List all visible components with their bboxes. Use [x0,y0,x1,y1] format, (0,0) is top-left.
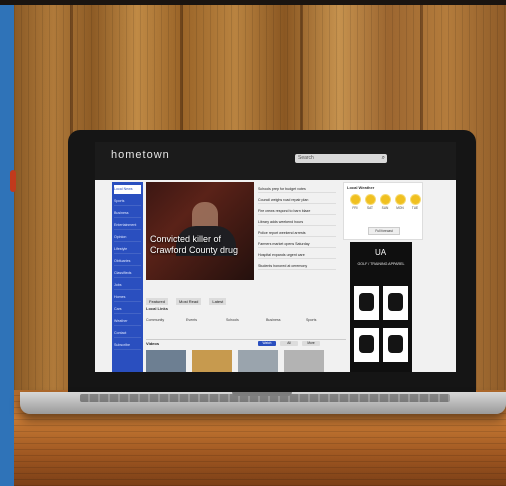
photo-backdrop: hometown Search ⌕ Local News Sports Busine… [0,0,506,486]
forecast-day: MON [392,195,408,210]
headline-link[interactable]: Schools prep for budget votes [258,187,336,193]
headline-link[interactable]: Students honored at ceremony [258,264,336,270]
search-input[interactable]: Search ⌕ [295,154,387,163]
category-link[interactable]: Business [266,318,296,323]
sidebar-item[interactable]: Jobs [114,281,141,290]
ad-brand-logo: UA [375,248,387,257]
forecast-day-label: MON [396,206,404,210]
sun-icon [380,195,390,204]
category-link[interactable]: Events [186,318,216,323]
weather-widget: Local Weather FRI SAT SUN MON TUE Full forec… [343,182,423,240]
headline-link[interactable]: Council weighs road repair plan [258,198,336,204]
sidebar-item[interactable]: Entertainment [114,221,141,230]
section-tabs: Featured Most Read Latest [146,290,346,305]
sidebar-item[interactable]: Cars [114,305,141,314]
section-tab[interactable]: Most Read [176,298,202,305]
video-thumbnail[interactable] [146,350,186,372]
video-thumbnail[interactable] [238,350,278,372]
forecast-day-label: SAT [367,206,373,210]
product-card[interactable] [383,328,408,362]
headline-link[interactable]: Fire crews respond to barn blaze [258,209,336,215]
sun-icon [410,195,420,204]
sidebar-item[interactable]: Homes [114,293,141,302]
forecast-day: SAT [362,195,378,210]
video-thumbnail[interactable] [284,350,324,372]
sidebar-item[interactable]: Subscribe [114,341,141,350]
section-tab[interactable]: Latest [209,298,227,305]
shirt-image [388,293,403,311]
category-link[interactable]: Community [146,318,176,323]
ad-tagline: GOLF / TRAINING APPAREL [357,262,405,266]
video-thumbnails [146,350,346,372]
shirt-image [359,335,374,353]
forecast-day: FRI [347,195,363,210]
sidebar-item[interactable]: Obituaries [114,257,141,266]
full-forecast-button[interactable]: Full forecast [368,227,400,235]
product-card[interactable] [354,328,379,362]
videos-label: Videos [146,341,160,346]
sidebar-item[interactable]: Sports [114,197,141,206]
left-blue-band [0,5,16,486]
headline-list: Schools prep for budget votes Council wei… [256,182,338,282]
local-links-label: Local Links [146,306,169,311]
site-header: hometown Search ⌕ [95,142,456,180]
red-accent [10,170,16,192]
search-placeholder: Search [298,155,314,161]
category-link[interactable]: Sports [306,318,336,323]
forecast-day-label: TUE [411,206,419,210]
hero-headline[interactable]: Convicted killer of Crawford County drug [150,234,254,256]
site-logo[interactable]: hometown [111,149,170,161]
sidebar-nav: Local News Sports Business Entertainment Opi… [112,182,143,372]
sidebar-item[interactable]: Business [114,209,141,218]
sidebar-item[interactable]: Lifestyle [114,245,141,254]
sidebar-item[interactable]: Contact [114,329,141,338]
video-bar-button[interactable]: All [280,341,298,346]
video-thumbnail[interactable] [192,350,232,372]
category-row: Community Events Schools Business Sports [146,318,346,334]
apparel-ad[interactable]: UA GOLF / TRAINING APPAREL [350,242,412,372]
forecast-day: SUN [377,195,393,210]
hero-story[interactable]: Convicted killer of Crawford County drug [146,182,254,280]
headline-link[interactable]: Hospital expands urgent care [258,253,336,259]
video-bar: Videos Watch All More [146,339,346,347]
sun-icon [395,195,405,204]
headline-link[interactable]: Farmers market opens Saturday [258,242,336,248]
video-bar-button[interactable]: More [302,341,320,346]
weather-title: Local Weather [347,185,375,190]
sun-icon [365,195,375,204]
forecast-day: TUE [407,195,423,210]
category-link[interactable]: Schools [226,318,256,323]
sidebar-item[interactable]: Opinion [114,233,141,242]
product-card[interactable] [383,286,408,320]
shirt-image [359,293,374,311]
forecast-day-label: SUN [381,206,389,210]
lid-notch [232,392,292,396]
section-tab[interactable]: Featured [146,298,169,305]
forecast-day-label: FRI [352,206,358,210]
headline-link[interactable]: Library adds weekend hours [258,220,336,226]
sidebar-item[interactable]: Weather [114,317,141,326]
sidebar-item[interactable]: Classifieds [114,269,141,278]
product-card[interactable] [354,286,379,320]
shirt-image [388,335,403,353]
laptop-base [20,392,506,414]
video-bar-button[interactable]: Watch [258,341,276,346]
headline-link[interactable]: Police report weekend arrests [258,231,336,237]
search-icon[interactable]: ⌕ [382,155,385,162]
laptop-screen: hometown Search ⌕ Local News Sports Busine… [95,142,456,372]
sun-icon [350,195,360,204]
sidebar-item[interactable]: Local News [114,185,141,194]
